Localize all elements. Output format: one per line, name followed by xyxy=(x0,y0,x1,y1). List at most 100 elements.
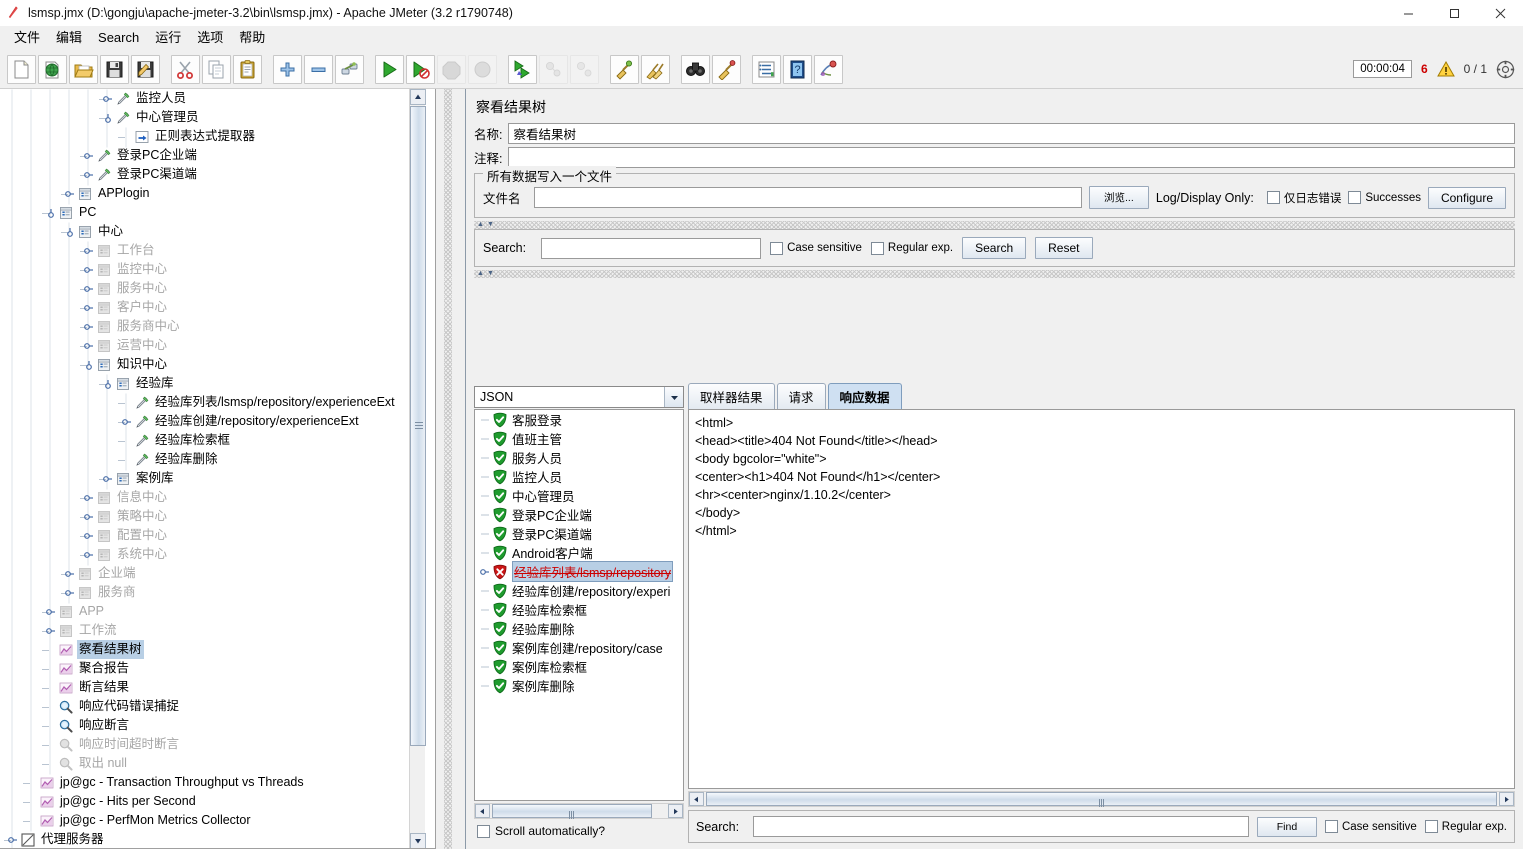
tree-node[interactable]: 聚合报告 xyxy=(0,659,420,678)
successes-checkbox[interactable]: Successes xyxy=(1348,191,1421,204)
tree-scroll-thumb[interactable] xyxy=(410,106,426,746)
tree-expand-handle-icon[interactable] xyxy=(82,241,95,260)
templates-button[interactable] xyxy=(38,55,67,84)
tree-node[interactable]: 策略中心 xyxy=(0,507,420,526)
tree-node[interactable]: 配置中心 xyxy=(0,526,420,545)
hscroll-left-arrow-icon[interactable] xyxy=(475,804,490,818)
errors-only-checkbox[interactable]: 仅日志错误 xyxy=(1267,190,1342,206)
tree-node[interactable]: 工作流 xyxy=(0,621,420,640)
tree-node[interactable]: 经验库创建/repository/experienceExt xyxy=(0,412,420,431)
tree-node[interactable]: 经验库检索框 xyxy=(0,431,420,450)
search-regex-checkbox[interactable]: Regular exp. xyxy=(871,242,953,255)
scroll-up-arrow-icon[interactable] xyxy=(410,89,426,105)
tree-expand-handle-icon[interactable] xyxy=(101,89,114,108)
tree-expand-handle-icon[interactable] xyxy=(44,602,57,621)
save-as-button[interactable] xyxy=(131,55,160,84)
scroll-automatically-box[interactable] xyxy=(477,825,490,838)
close-button[interactable] xyxy=(1477,0,1523,26)
tree-node[interactable]: jp@gc - PerfMon Metrics Collector xyxy=(0,811,420,830)
tree-expand-handle-icon[interactable] xyxy=(6,830,19,849)
tree-node[interactable]: jp@gc - Transaction Throughput vs Thread… xyxy=(0,773,420,792)
tree-node[interactable]: 正则表达式提取器 xyxy=(0,127,420,146)
tree-node[interactable]: 登录PC渠道端 xyxy=(0,165,420,184)
tree-expand-handle-icon[interactable] xyxy=(63,583,76,602)
configure-button[interactable]: Configure xyxy=(1428,187,1506,209)
toggle-button[interactable] xyxy=(335,55,364,84)
tree-expand-handle-icon[interactable] xyxy=(63,564,76,583)
tree-expand-handle-icon[interactable] xyxy=(82,260,95,279)
tree-node[interactable]: PC xyxy=(0,203,420,222)
paste-button[interactable] xyxy=(233,55,262,84)
tree-expand-handle-icon[interactable] xyxy=(82,165,95,184)
tree-expand-handle-icon[interactable] xyxy=(82,526,95,545)
tab-sampler-result[interactable]: 取样器结果 xyxy=(688,383,775,409)
start-button[interactable] xyxy=(375,55,404,84)
menu-file[interactable]: 文件 xyxy=(6,27,48,49)
tree-expand-handle-icon[interactable] xyxy=(82,545,95,564)
response-horizontal-scrollbar[interactable] xyxy=(688,791,1515,807)
sample-result-row[interactable]: 登录PC渠道端 xyxy=(475,524,683,543)
tree-node[interactable]: 断言结果 xyxy=(0,678,420,697)
tree-collapse-handle-icon[interactable] xyxy=(101,108,114,127)
tree-node[interactable]: APP xyxy=(0,602,420,621)
sample-result-row[interactable]: 经验库删除 xyxy=(475,619,683,638)
warning-triangle-icon[interactable] xyxy=(1437,60,1455,78)
tree-node[interactable]: 经验库 xyxy=(0,374,420,393)
help-button[interactable]: ? xyxy=(783,55,812,84)
sample-result-row[interactable]: Android客户端 xyxy=(475,543,683,562)
tree-expand-handle-icon[interactable] xyxy=(63,184,76,203)
tree-node[interactable]: 案例库 xyxy=(0,469,420,488)
renderer-combo[interactable]: JSON xyxy=(474,386,684,408)
tree-node[interactable]: 取出 null xyxy=(0,754,420,773)
tree-node[interactable]: 客户中心 xyxy=(0,298,420,317)
menu-search[interactable]: Search xyxy=(90,27,147,49)
errors-only-checkbox-box[interactable] xyxy=(1267,191,1280,204)
expand-all-button[interactable] xyxy=(273,55,302,84)
search-reset-button[interactable] xyxy=(712,55,741,84)
sample-result-row[interactable]: 中心管理员 xyxy=(475,486,683,505)
bottom-case-sensitive-checkbox[interactable]: Case sensitive xyxy=(1325,820,1417,833)
tree-node[interactable]: 知识中心 xyxy=(0,355,420,374)
resp-hscroll-left-arrow-icon[interactable] xyxy=(689,792,704,806)
tree-node[interactable]: 响应断言 xyxy=(0,716,420,735)
sample-result-row[interactable]: 经验库创建/repository/experi xyxy=(475,581,683,600)
menu-help[interactable]: 帮助 xyxy=(231,27,273,49)
undo-redo-button[interactable] xyxy=(814,55,843,84)
tree-expand-handle-icon[interactable] xyxy=(82,507,95,526)
tab-response-data[interactable]: 响应数据 xyxy=(828,383,902,409)
tree-expand-handle-icon[interactable] xyxy=(101,469,114,488)
sample-result-row[interactable]: 服务人员 xyxy=(475,448,683,467)
tree-expand-handle-icon[interactable] xyxy=(82,317,95,336)
comment-input[interactable] xyxy=(508,147,1515,168)
tree-node[interactable]: 经验库删除 xyxy=(0,450,420,469)
search-case-sensitive-box[interactable] xyxy=(770,242,783,255)
config-search-divider[interactable]: ▲ ▼ xyxy=(474,221,1515,229)
results-horizontal-scrollbar[interactable] xyxy=(474,803,684,819)
tree-node[interactable]: 系统中心 xyxy=(0,545,420,564)
main-split-divider[interactable] xyxy=(444,89,452,849)
successes-checkbox-box[interactable] xyxy=(1348,191,1361,204)
tree-node[interactable]: 监控中心 xyxy=(0,260,420,279)
tree-node[interactable]: 察看结果树 xyxy=(0,640,420,659)
search-case-sensitive-checkbox[interactable]: Case sensitive xyxy=(770,242,862,255)
search-submit-button[interactable]: Search xyxy=(962,237,1026,259)
tree-node[interactable]: 响应代码错误捕捉 xyxy=(0,697,420,716)
divider-collapse-down-icon[interactable]: ▼ xyxy=(487,221,494,229)
tree-expand-handle-icon[interactable] xyxy=(120,412,133,431)
tree-node[interactable]: 响应时间超时断言 xyxy=(0,735,420,754)
browse-button[interactable]: 浏览... xyxy=(1089,186,1149,209)
sample-result-row[interactable]: 登录PC企业端 xyxy=(475,505,683,524)
tab-request[interactable]: 请求 xyxy=(777,383,826,409)
function-helper-button[interactable] xyxy=(752,55,781,84)
chevron-down-icon[interactable] xyxy=(664,387,683,407)
sample-result-row[interactable]: 监控人员 xyxy=(475,467,683,486)
scroll-down-arrow-icon[interactable] xyxy=(410,833,426,849)
bottom-regex-box[interactable] xyxy=(1425,820,1438,833)
tree-node[interactable]: 中心 xyxy=(0,222,420,241)
tree-vertical-scrollbar[interactable] xyxy=(409,89,425,849)
tree-node[interactable]: 经验库列表/lsmsp/repository/experienceExt xyxy=(0,393,420,412)
tree-node[interactable]: 信息中心 xyxy=(0,488,420,507)
tree-node[interactable]: 代理服务器 xyxy=(0,830,420,849)
tree-node[interactable]: APPlogin xyxy=(0,184,420,203)
copy-button[interactable] xyxy=(202,55,231,84)
